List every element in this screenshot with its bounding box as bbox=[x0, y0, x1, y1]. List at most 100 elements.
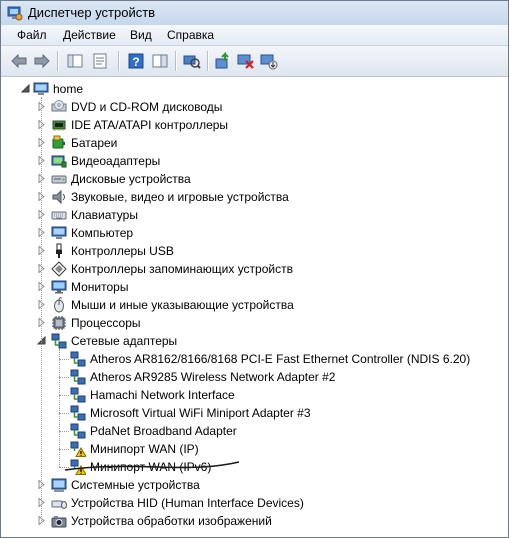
tree-item-label: Устройства HID (Human Interface Devices) bbox=[71, 496, 304, 510]
tree-device-1[interactable]: Atheros AR8162/8166/8168 PCI-E Fast Ethe… bbox=[1, 350, 508, 368]
sound-device-icon bbox=[51, 189, 67, 205]
toolbar-separator bbox=[207, 51, 209, 71]
tree-category-15[interactable]: Системные устройства bbox=[1, 476, 508, 494]
menu-action[interactable]: Действие bbox=[62, 27, 117, 43]
menu-view[interactable]: Вид bbox=[129, 27, 153, 43]
storage-controller-icon bbox=[51, 261, 67, 277]
tree-category-1[interactable]: DVD и CD-ROM дисководы bbox=[1, 98, 508, 116]
network-adapter-warning-icon bbox=[70, 441, 86, 457]
tree-item-label: Минипорт WAN (IPv6) bbox=[90, 460, 212, 474]
mouse-icon bbox=[51, 297, 67, 313]
monitor-icon bbox=[51, 279, 67, 295]
show-hide-action-pane-icon[interactable] bbox=[150, 51, 170, 71]
disable-device-icon[interactable] bbox=[236, 51, 256, 71]
network-adapter-icon bbox=[70, 351, 86, 367]
tree-item-label: Системные устройства bbox=[71, 478, 200, 492]
update-driver-icon[interactable] bbox=[213, 51, 233, 71]
tree-item-label: Видеоадаптеры bbox=[71, 154, 161, 168]
tree-root-home[interactable]: home bbox=[1, 80, 508, 98]
computer-icon bbox=[51, 225, 67, 241]
keyboard-icon bbox=[51, 207, 67, 223]
tree-category-2[interactable]: IDE ATA/ATAPI контроллеры bbox=[1, 116, 508, 134]
tree-item-label: Контроллеры USB bbox=[71, 244, 174, 258]
tree-item-label: Батареи bbox=[71, 136, 118, 150]
tree-device-3[interactable]: Hamachi Network Interface bbox=[1, 386, 508, 404]
tree-category-3[interactable]: Батареи bbox=[1, 134, 508, 152]
tree-item-label: Компьютер bbox=[71, 226, 134, 240]
tree-connector bbox=[59, 413, 69, 414]
tree-category-6[interactable]: Звуковые, видео и игровые устройства bbox=[1, 188, 508, 206]
menu-help[interactable]: Справка bbox=[166, 27, 215, 43]
network-adapter-warning-icon bbox=[70, 459, 86, 475]
tree-device-6[interactable]: Минипорт WAN (IP) bbox=[1, 440, 508, 458]
tree-item-label: Контроллеры запоминающих устройств bbox=[71, 262, 293, 276]
tree-item-label: Мыши и иные указывающие устройства bbox=[71, 298, 294, 312]
tree-device-4[interactable]: Microsoft Virtual WiFi Miniport Adapter … bbox=[1, 404, 508, 422]
battery-icon bbox=[51, 135, 67, 151]
tree-device-5[interactable]: PdaNet Broadband Adapter bbox=[1, 422, 508, 440]
tree-category-14[interactable]: Сетевые адаптеры bbox=[1, 332, 508, 350]
tree-item-label: Microsoft Virtual WiFi Miniport Adapter … bbox=[90, 406, 311, 420]
tree-category-11[interactable]: Мониторы bbox=[1, 278, 508, 296]
tree-category-17[interactable]: Устройства обработки изображений bbox=[1, 512, 508, 530]
tree-category-5[interactable]: Дисковые устройства bbox=[1, 170, 508, 188]
tree-item-label: DVD и CD-ROM дисководы bbox=[71, 100, 223, 114]
tree-item-label: Atheros AR8162/8166/8168 PCI-E Fast Ethe… bbox=[90, 352, 471, 366]
window-title: Диспетчер устройств bbox=[28, 5, 156, 20]
tree-item-label: Устройства обработки изображений bbox=[71, 514, 272, 528]
tree-device-7[interactable]: Минипорт WAN (IPv6) bbox=[1, 458, 508, 476]
tree-item-label: Процессоры bbox=[71, 316, 141, 330]
dvd-drive-icon bbox=[51, 99, 67, 115]
tree-category-10[interactable]: Контроллеры запоминающих устройств bbox=[1, 260, 508, 278]
back-icon[interactable] bbox=[9, 51, 29, 71]
menu-file[interactable]: Файл bbox=[16, 27, 48, 43]
ide-controller-icon bbox=[51, 117, 67, 133]
network-adapter-icon bbox=[70, 405, 86, 421]
tree-connector bbox=[41, 97, 42, 521]
collapse-arrow-icon[interactable] bbox=[21, 84, 30, 93]
tree-category-12[interactable]: Мыши и иные указывающие устройства bbox=[1, 296, 508, 314]
show-hide-tree-icon[interactable] bbox=[65, 51, 85, 71]
tree-category-4[interactable]: Видеоадаптеры bbox=[1, 152, 508, 170]
tree-item-label: Клавиатуры bbox=[71, 208, 138, 222]
tree-item-label: Мониторы bbox=[71, 280, 129, 294]
toolbar-separator bbox=[118, 51, 120, 71]
imaging-device-icon bbox=[51, 513, 67, 529]
device-manager-window: Диспетчер устройств Файл Действие Вид Сп… bbox=[0, 0, 509, 538]
device-manager-app-icon bbox=[7, 5, 23, 21]
tree-item-label: Сетевые адаптеры bbox=[71, 334, 178, 348]
processor-icon bbox=[51, 315, 67, 331]
properties-icon[interactable] bbox=[90, 51, 110, 71]
svg-text:?: ? bbox=[132, 55, 139, 69]
forward-icon[interactable] bbox=[32, 51, 52, 71]
tree-connector bbox=[59, 377, 69, 378]
toolbar-separator bbox=[57, 51, 59, 71]
network-adapter-icon bbox=[70, 423, 86, 439]
device-tree[interactable]: home DVD и CD-ROM дисководы IDE ATA/ATAPI … bbox=[1, 77, 508, 537]
tree-category-9[interactable]: Контроллеры USB bbox=[1, 242, 508, 260]
menu-bar: Файл Действие Вид Справка bbox=[1, 25, 508, 46]
display-adapter-icon bbox=[51, 153, 67, 169]
hid-device-icon bbox=[51, 495, 67, 511]
network-adapter-icon bbox=[70, 369, 86, 385]
toolbar: ? bbox=[1, 46, 508, 77]
system-device-icon bbox=[51, 477, 67, 493]
tree-item-label: Звуковые, видео и игровые устройства bbox=[71, 190, 289, 204]
tree-category-13[interactable]: Процессоры bbox=[1, 314, 508, 332]
tree-connector bbox=[59, 467, 69, 468]
computer-icon bbox=[33, 81, 49, 97]
tree-category-16[interactable]: Устройства HID (Human Interface Devices) bbox=[1, 494, 508, 512]
tree-item-label: PdaNet Broadband Adapter bbox=[90, 424, 237, 438]
usb-icon bbox=[51, 243, 67, 259]
tree-device-2[interactable]: Atheros AR9285 Wireless Network Adapter … bbox=[1, 368, 508, 386]
scan-hardware-icon[interactable] bbox=[182, 51, 202, 71]
tree-connector bbox=[59, 449, 69, 450]
tree-item-label: Atheros AR9285 Wireless Network Adapter … bbox=[90, 370, 336, 384]
tree-connector bbox=[59, 395, 69, 396]
title-bar[interactable]: Диспетчер устройств bbox=[1, 1, 508, 25]
tree-item-label: IDE ATA/ATAPI контроллеры bbox=[71, 118, 229, 132]
tree-category-7[interactable]: Клавиатуры bbox=[1, 206, 508, 224]
tree-category-8[interactable]: Компьютер bbox=[1, 224, 508, 242]
uninstall-device-icon[interactable] bbox=[259, 51, 279, 71]
help-icon[interactable]: ? bbox=[126, 51, 146, 71]
